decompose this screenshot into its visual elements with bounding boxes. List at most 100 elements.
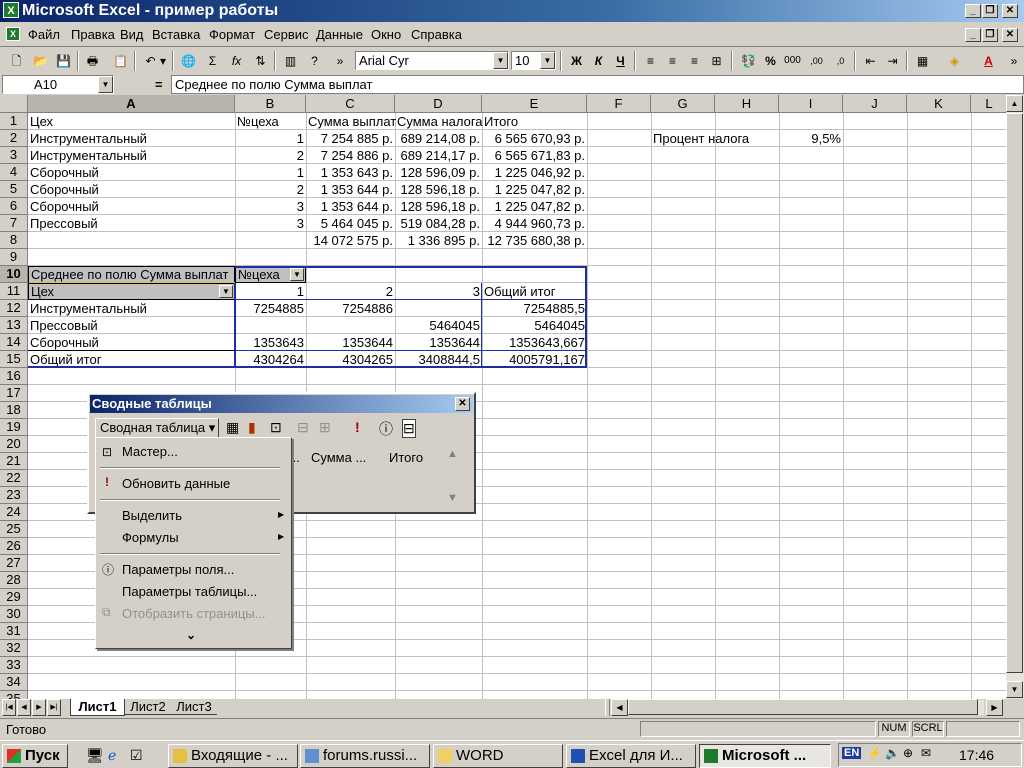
- show-detail-icon[interactable]: ⊞: [319, 419, 331, 436]
- table-cell[interactable]: 3: [235, 198, 306, 215]
- table-cell[interactable]: 4 944 960,73 р.: [482, 215, 587, 232]
- table-cell[interactable]: 689 214,17 р.: [395, 147, 482, 164]
- menu-item-table-params[interactable]: Параметры таблицы...: [122, 584, 257, 599]
- scroll-thumb[interactable]: [1006, 113, 1023, 673]
- row-header[interactable]: 16: [0, 368, 28, 385]
- currency-icon[interactable]: 💱: [738, 51, 759, 71]
- pivot-col-header[interactable]: Общий итог: [482, 283, 587, 300]
- row-header[interactable]: 25: [0, 521, 28, 538]
- open-icon[interactable]: 📂: [30, 51, 51, 71]
- col-header-d[interactable]: D: [395, 95, 482, 113]
- row-header[interactable]: 31: [0, 623, 28, 640]
- pivot-data-field[interactable]: Среднее по полю Сумма выплат: [28, 266, 235, 283]
- pivot-table-dropdown[interactable]: Сводная таблица ▾: [95, 418, 219, 438]
- last-sheet-icon[interactable]: ▶|: [47, 699, 61, 716]
- help-icon[interactable]: ?: [304, 51, 325, 71]
- field-list-icon[interactable]: ⊟: [402, 419, 416, 438]
- col-header-g[interactable]: G: [651, 95, 715, 113]
- font-size-select[interactable]: 10 ▼: [511, 51, 556, 70]
- excel-icon[interactable]: X: [3, 2, 19, 18]
- restore-button[interactable]: ❐: [982, 4, 998, 18]
- row-header[interactable]: 5: [0, 181, 28, 198]
- chart-wizard-icon[interactable]: ▥: [280, 51, 301, 71]
- horizontal-scroll-thumb[interactable]: [628, 699, 978, 715]
- table-cell[interactable]: 6 565 670,93 р.: [482, 130, 587, 147]
- pivot-scroll-down-icon[interactable]: ▼: [447, 492, 458, 504]
- task-forums[interactable]: forums.russi...: [300, 744, 430, 768]
- document-icon[interactable]: X: [6, 27, 20, 41]
- tax-value[interactable]: 9,5%: [779, 130, 843, 147]
- menu-format[interactable]: Формат: [209, 27, 255, 42]
- col-header-i[interactable]: I: [779, 95, 843, 113]
- task-word-folder[interactable]: WORD: [433, 744, 563, 768]
- pivot-scroll-up-icon[interactable]: ▲: [447, 448, 458, 460]
- equals-sign[interactable]: =: [155, 77, 163, 92]
- row-header[interactable]: 21: [0, 453, 28, 470]
- pivot-cell[interactable]: 7254885: [235, 300, 306, 317]
- table-cell[interactable]: 519 084,28 р.: [395, 215, 482, 232]
- hyperlink-icon[interactable]: 🌐: [178, 51, 199, 71]
- col-header-h[interactable]: H: [715, 95, 779, 113]
- pivot-field-sum[interactable]: Сумма ...: [311, 450, 366, 465]
- menu-edit[interactable]: Правка: [71, 27, 115, 42]
- toolbar-options-icon[interactable]: »: [1008, 51, 1020, 71]
- more-buttons-icon[interactable]: »: [333, 51, 347, 71]
- increase-indent-icon[interactable]: ⇥: [882, 51, 903, 71]
- header-tax[interactable]: Сумма налога: [395, 113, 485, 130]
- new-icon[interactable]: 🗋: [6, 51, 27, 71]
- task-excel[interactable]: Microsoft ...: [699, 744, 831, 768]
- row-header[interactable]: 4: [0, 164, 28, 181]
- italic-button[interactable]: К: [588, 51, 609, 71]
- start-button[interactable]: Пуск: [2, 744, 68, 768]
- table-cell[interactable]: 1 225 046,92 р.: [482, 164, 587, 181]
- row-header[interactable]: 29: [0, 589, 28, 606]
- decrease-indent-icon[interactable]: ⇤: [860, 51, 881, 71]
- menu-view[interactable]: Вид: [120, 27, 144, 42]
- table-cell[interactable]: 689 214,08 р.: [395, 130, 482, 147]
- thousands-button[interactable]: 000: [782, 51, 803, 71]
- pivot-col-header[interactable]: 3: [395, 283, 482, 300]
- row-header[interactable]: 13: [0, 317, 28, 334]
- header-payment[interactable]: Сумма выплат: [306, 113, 398, 130]
- language-indicator[interactable]: EN: [842, 747, 862, 759]
- table-cell[interactable]: 1 225 047,82 р.: [482, 181, 587, 198]
- paste-icon[interactable]: 📋: [110, 51, 131, 71]
- col-header-b[interactable]: B: [235, 95, 306, 113]
- menu-item-field-params[interactable]: Параметры поля...: [122, 562, 234, 577]
- table-cell[interactable]: Сборочный: [28, 164, 101, 181]
- row-header[interactable]: 14: [0, 334, 28, 351]
- row-header[interactable]: 12: [0, 300, 28, 317]
- menu-window[interactable]: Окно: [371, 27, 401, 42]
- tab-sheet1[interactable]: Лист1: [70, 699, 125, 716]
- menu-item-formulas[interactable]: Формулы: [122, 530, 179, 545]
- tab-sheet3[interactable]: Лист3: [171, 699, 217, 715]
- table-cell[interactable]: 3: [235, 215, 306, 232]
- scroll-up-icon[interactable]: ▲: [1006, 95, 1023, 112]
- row-header[interactable]: 20: [0, 436, 28, 453]
- pivot-field-total[interactable]: Итого: [389, 450, 423, 465]
- select-all-corner[interactable]: [0, 95, 28, 113]
- table-cell[interactable]: Инструментальный: [28, 147, 149, 164]
- header-shop-no[interactable]: №цеха: [235, 113, 281, 130]
- row-header[interactable]: 23: [0, 487, 28, 504]
- row-header[interactable]: 30: [0, 606, 28, 623]
- volume-icon[interactable]: 🔈: [885, 746, 900, 760]
- row-header[interactable]: 7: [0, 215, 28, 232]
- close-button[interactable]: ✕: [1002, 4, 1018, 18]
- first-sheet-icon[interactable]: |◀: [2, 699, 16, 716]
- network-icon[interactable]: ⊕: [903, 746, 913, 760]
- doc-minimize-button[interactable]: _: [965, 28, 981, 42]
- increase-decimal-icon[interactable]: ,00: [806, 51, 827, 71]
- table-cell[interactable]: 2: [235, 181, 306, 198]
- percent-button[interactable]: %: [760, 51, 781, 71]
- scroll-down-icon[interactable]: ▼: [1006, 681, 1023, 698]
- col-header-c[interactable]: C: [306, 95, 395, 113]
- mail-icon[interactable]: ✉: [921, 746, 931, 760]
- row-header[interactable]: 8: [0, 232, 28, 249]
- scroll-right-icon[interactable]: ▶: [986, 699, 1003, 716]
- table-cell[interactable]: 1 225 047,82 р.: [482, 198, 587, 215]
- borders-icon[interactable]: ▦: [912, 51, 933, 71]
- refresh-icon[interactable]: !: [355, 419, 360, 435]
- table-cell[interactable]: 128 596,18 р.: [395, 198, 482, 215]
- total-cell[interactable]: 14 072 575 р.: [306, 232, 395, 249]
